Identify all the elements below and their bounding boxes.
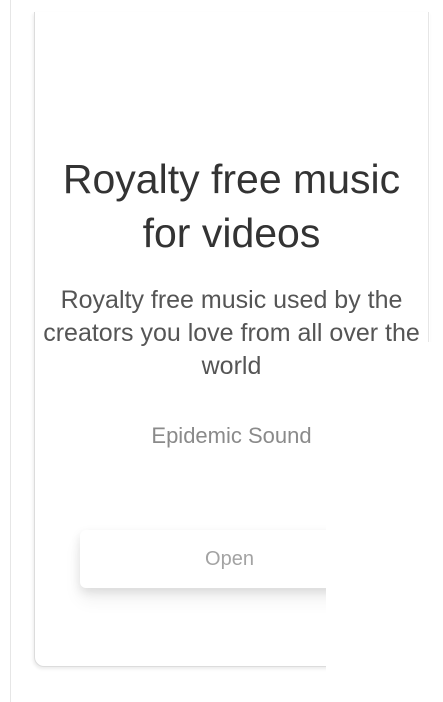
left-edge-divider [10,0,11,702]
right-overlay-panel [326,342,443,702]
promo-headline: Royalty free music for videos [62,156,401,256]
